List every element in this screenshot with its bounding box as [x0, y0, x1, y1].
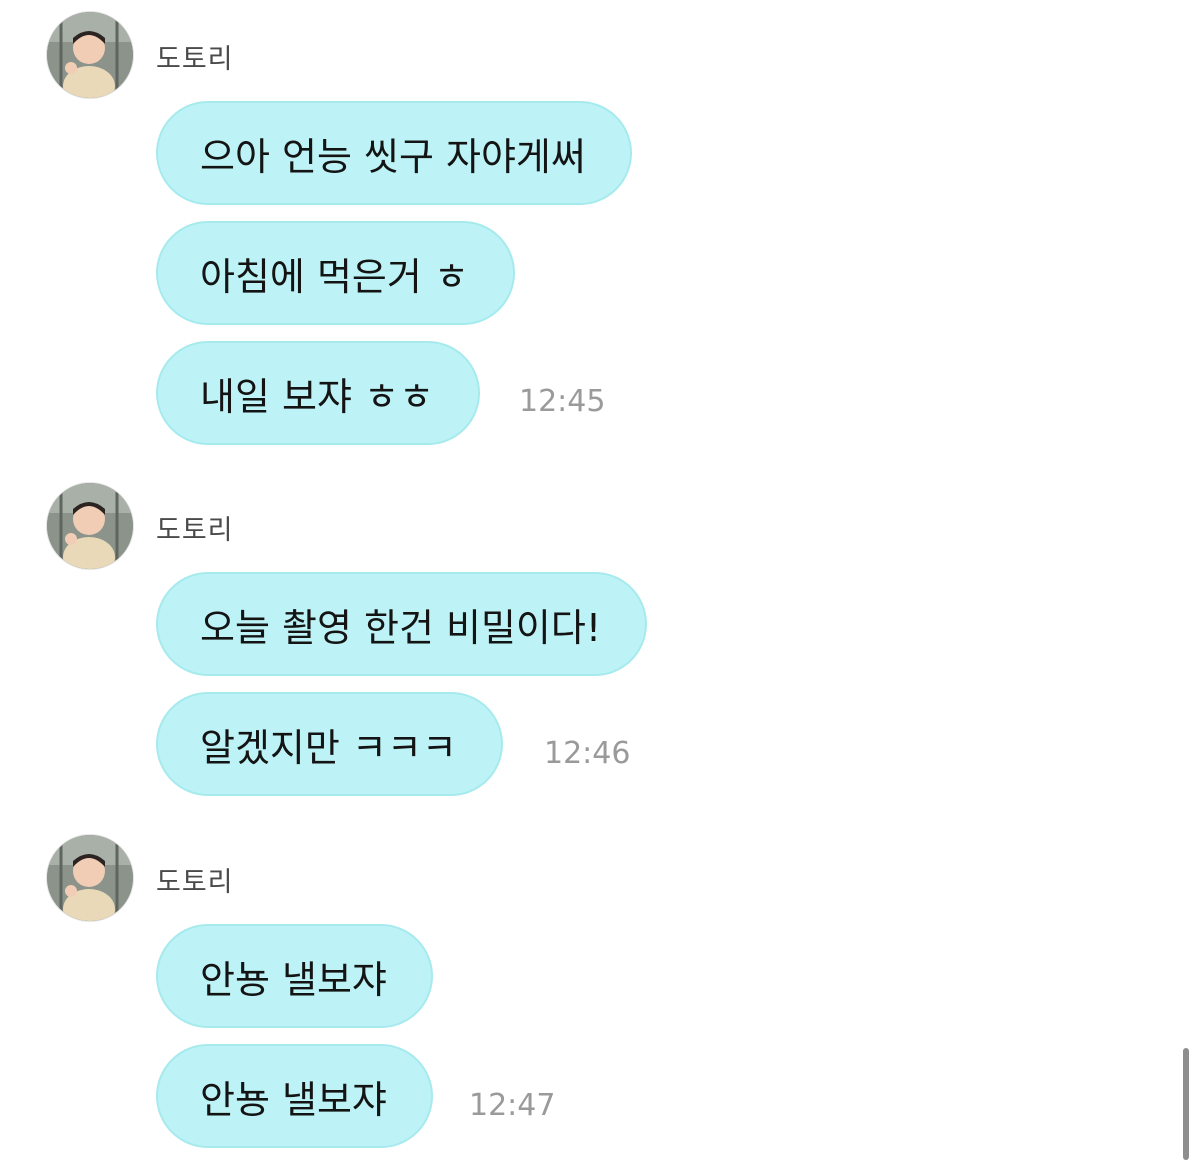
- sender-name: 도토리: [156, 867, 234, 898]
- message-bubble[interactable]: 으아 언능 씻구 자야게써: [156, 101, 632, 205]
- profile-avatar[interactable]: [46, 11, 134, 99]
- message-bubble[interactable]: 안뇽 낼보쟈: [156, 924, 433, 1028]
- message-bubble[interactable]: 내일 보쟈 ㅎㅎ: [156, 341, 480, 445]
- message-timestamp: 12:45: [519, 384, 606, 419]
- sender-name: 도토리: [156, 44, 234, 75]
- chat-window: 도토리 으아 언능 씻구 자야게써 아침에 먹은거 ㅎ 내일 보쟈 ㅎㅎ 12:…: [0, 0, 1200, 1164]
- sender-name: 도토리: [156, 515, 234, 546]
- message-bubble[interactable]: 오늘 촬영 한건 비밀이다!: [156, 572, 648, 676]
- message-bubble[interactable]: 아침에 먹은거 ㅎ: [156, 221, 515, 325]
- message-timestamp: 12:46: [544, 736, 631, 771]
- profile-avatar[interactable]: [46, 482, 134, 570]
- message-bubble[interactable]: 안뇽 낼보쟈: [156, 1044, 433, 1148]
- message-timestamp: 12:47: [469, 1088, 556, 1123]
- message-bubble[interactable]: 알겠지만 ㅋㅋㅋ: [156, 692, 503, 796]
- scrollbar-thumb[interactable]: [1183, 1048, 1189, 1160]
- profile-avatar[interactable]: [46, 834, 134, 922]
